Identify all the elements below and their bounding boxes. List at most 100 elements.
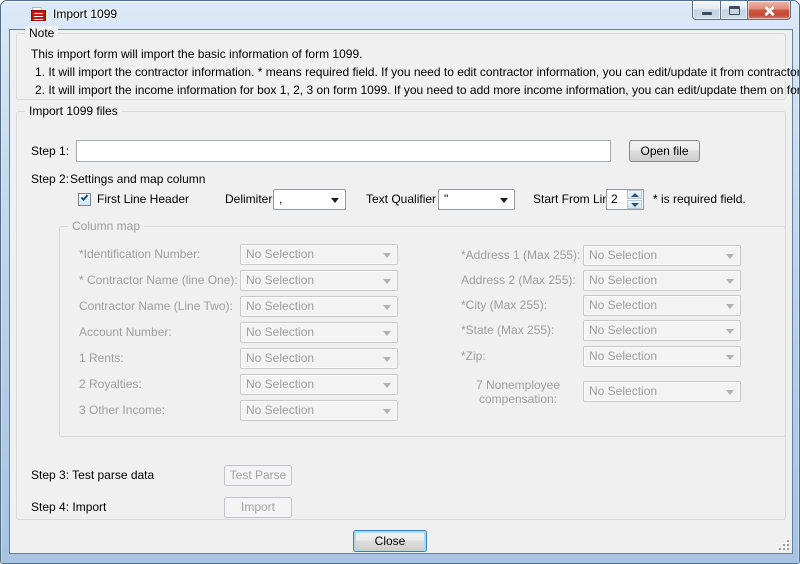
combo-value: No Selection: [589, 384, 657, 398]
stepper-down-button[interactable]: [627, 200, 642, 209]
note-line-2: 1. It will import the contractor informa…: [35, 65, 800, 79]
chevron-down-icon: [726, 279, 734, 284]
note-groupbox-title: Note: [25, 26, 58, 41]
chevron-down-icon: [331, 198, 339, 203]
combo-value: No Selection: [589, 323, 657, 337]
first-line-header-checkbox[interactable]: [78, 193, 91, 206]
column-map-select-state: No Selection: [583, 320, 741, 341]
delimiter-value: ,: [279, 192, 282, 206]
chevron-down-icon: [383, 383, 391, 388]
start-from-line-label: Start From Line: [533, 189, 616, 210]
combo-value: No Selection: [589, 273, 657, 287]
combo-value: No Selection: [589, 349, 657, 363]
combo-value: No Selection: [589, 298, 657, 312]
column-map-select-royalties: No Selection: [240, 374, 398, 395]
required-field-note: * is required field.: [653, 189, 746, 210]
form-1099-app-icon: [31, 7, 47, 23]
combo-value: No Selection: [589, 248, 657, 262]
column-map-label-zip: *Zip:: [461, 346, 486, 367]
app-icon-stripe: [34, 16, 43, 17]
column-map-select-rents: No Selection: [240, 348, 398, 369]
combo-value: No Selection: [246, 351, 314, 365]
combo-value: No Selection: [246, 273, 314, 287]
resize-grip-icon[interactable]: [779, 540, 789, 550]
chevron-down-icon: [383, 253, 391, 258]
chevron-down-icon: [383, 331, 391, 336]
column-map-label-address1: *Address 1 (Max 255):: [461, 245, 580, 266]
column-map-select-nonemployee-compensation: No Selection: [583, 381, 741, 402]
column-map-label-nonemployee-compensation: 7 Nonemployee compensation:: [459, 378, 577, 406]
close-button[interactable]: Close: [353, 530, 427, 552]
column-map-label-address2: Address 2 (Max 255):: [461, 270, 576, 291]
combo-value: No Selection: [246, 325, 314, 339]
titlebar[interactable]: Import 1099: [1, 1, 799, 29]
column-map-groupbox-title: Column map: [68, 219, 144, 234]
combo-value: No Selection: [246, 403, 314, 417]
column-map-select-account-number: No Selection: [240, 322, 398, 343]
start-from-line-value: 2: [611, 190, 618, 209]
maximize-button[interactable]: [721, 1, 748, 20]
column-map-label-identification-number: *Identification Number:: [79, 244, 200, 265]
stepper-up-button[interactable]: [627, 190, 642, 199]
delimiter-select[interactable]: ,: [273, 189, 346, 210]
close-window-button[interactable]: [748, 1, 791, 20]
start-from-line-stepper[interactable]: 2: [606, 189, 644, 210]
combo-value: No Selection: [246, 299, 314, 313]
column-map-label-contractor-name-one: * Contractor Name (line One):: [79, 270, 238, 291]
chevron-down-icon: [726, 355, 734, 360]
column-map-label-rents: 1 Rents:: [79, 348, 124, 369]
minimize-button[interactable]: [692, 1, 721, 20]
column-map-groupbox: Column map *Identification Number: No Se…: [59, 226, 786, 437]
import-1099-dialog: Import 1099 Note This import form will i…: [0, 0, 800, 564]
text-qualifier-select[interactable]: ": [438, 189, 515, 210]
step4-label: Step 4: Import: [31, 497, 106, 518]
column-map-select-identification-number: No Selection: [240, 244, 398, 265]
app-icon-stripe: [34, 13, 43, 14]
chevron-up-icon: [631, 193, 639, 197]
step1-label: Step 1:: [31, 140, 69, 162]
app-icon-stripe: [34, 19, 43, 20]
column-map-label-city: *City (Max 255):: [461, 295, 547, 316]
column-map-select-contractor-name-one: No Selection: [240, 270, 398, 291]
import-files-groupbox-title: Import 1099 files: [25, 104, 122, 119]
chevron-down-icon: [383, 279, 391, 284]
chevron-down-icon: [631, 203, 639, 207]
check-icon: [81, 193, 89, 201]
column-map-select-contractor-name-two: No Selection: [240, 296, 398, 317]
combo-value: No Selection: [246, 377, 314, 391]
app-icon-form: [31, 10, 46, 21]
text-qualifier-label: Text Qualifier: [366, 189, 436, 210]
chevron-down-icon: [383, 409, 391, 414]
chevron-down-icon: [726, 254, 734, 259]
column-map-select-address2: No Selection: [583, 270, 741, 291]
column-map-label-account-number: Account Number:: [79, 322, 172, 343]
dialog-client-area: Note This import form will import the ba…: [9, 29, 793, 554]
column-map-label-contractor-name-two: Contractor Name (Line Two):: [79, 296, 233, 317]
chevron-down-icon: [383, 357, 391, 362]
close-icon: [763, 5, 775, 17]
chevron-down-icon: [726, 329, 734, 334]
import-files-groupbox: Import 1099 files Step 1: Open file Step…: [16, 111, 786, 520]
chevron-down-icon: [726, 304, 734, 309]
column-map-select-address1: No Selection: [583, 245, 741, 266]
chevron-down-icon: [726, 390, 734, 395]
column-map-label-state: *State (Max 255):: [461, 320, 554, 341]
column-map-label-royalties: 2 Royalties:: [79, 374, 142, 395]
step2-sublabel: Settings and map column: [70, 172, 205, 186]
test-parse-button: Test Parse: [224, 465, 292, 486]
note-groupbox: Note This import form will import the ba…: [16, 33, 786, 100]
step2-label: Step 2:: [31, 172, 69, 186]
minimize-icon: [702, 12, 712, 15]
step3-label: Step 3: Test parse data: [31, 465, 154, 486]
note-line-1: This import form will import the basic i…: [31, 47, 362, 61]
text-qualifier-value: ": [444, 192, 448, 206]
column-map-select-zip: No Selection: [583, 346, 741, 367]
file-path-input[interactable]: [76, 140, 611, 162]
chevron-down-icon: [500, 198, 508, 203]
chevron-down-icon: [383, 305, 391, 310]
column-map-label-other-income: 3 Other Income:: [79, 400, 165, 421]
window-title: Import 1099: [53, 1, 117, 29]
combo-value: No Selection: [246, 247, 314, 261]
maximize-icon: [729, 6, 740, 15]
open-file-button[interactable]: Open file: [629, 140, 700, 162]
